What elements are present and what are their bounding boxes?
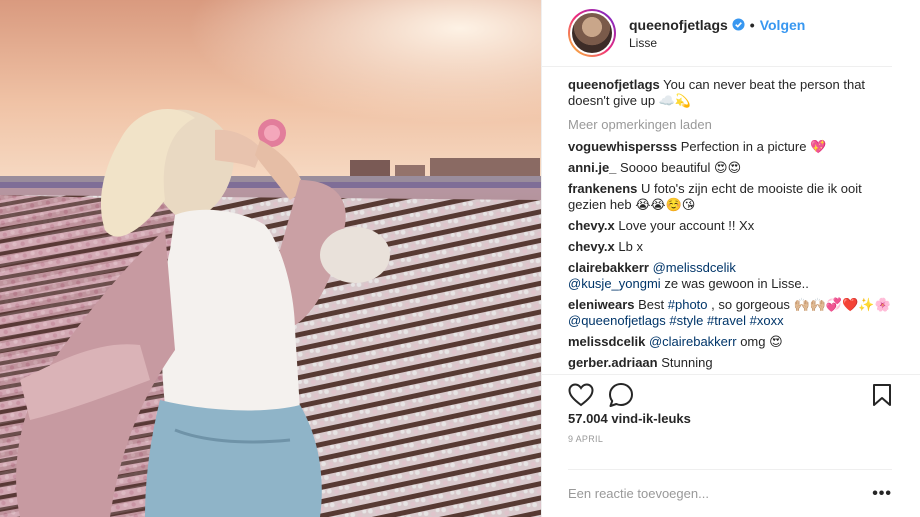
comment-hashtag[interactable]: #style xyxy=(669,313,703,328)
comment-username[interactable]: frankenens xyxy=(568,181,637,196)
comment-text: omg 😍 xyxy=(740,334,783,350)
comment-text: , so gorgeous 🙌🏼🙌🏼💞❤️✨🌸 xyxy=(711,297,891,313)
verified-badge-icon xyxy=(732,18,745,31)
action-icons xyxy=(568,375,892,415)
comment-item: frankenens U foto's zijn echt de mooiste… xyxy=(568,181,892,213)
comment-text: Lb x xyxy=(618,239,643,255)
caption: queenofjetlags You can never beat the pe… xyxy=(568,77,892,109)
post-sidebar: queenofjetlags • Volgen Lisse queenofjet… xyxy=(541,0,920,517)
comment-text: Perfection in a picture 💖 xyxy=(680,139,827,155)
post-header: queenofjetlags • Volgen Lisse xyxy=(542,0,892,68)
comment-username[interactable]: clairebakkerr xyxy=(568,260,649,275)
comment-text: Stunning xyxy=(661,355,713,371)
add-comment-bar: ••• xyxy=(568,469,892,517)
more-options-icon[interactable]: ••• xyxy=(872,485,892,503)
comment-mention[interactable]: @kusje_yongmi xyxy=(568,276,661,291)
comment-text: Best xyxy=(638,297,665,313)
comment-text: ze was gewoon in Lisse.. xyxy=(664,276,809,292)
avatar-image xyxy=(570,11,614,56)
avatar[interactable] xyxy=(568,9,616,58)
load-more-comments-button[interactable]: Meer opmerkingen laden xyxy=(568,117,892,132)
comment-username[interactable]: gerber.adriaan xyxy=(568,355,658,370)
comments-list[interactable]: queenofjetlags You can never beat the pe… xyxy=(542,67,920,374)
comment-hashtag[interactable]: #photo xyxy=(668,297,708,312)
header-text: queenofjetlags • Volgen Lisse xyxy=(629,17,805,50)
comment-item: melissdcelik @clairebakkerr omg 😍 xyxy=(568,334,892,350)
comment-mention[interactable]: @queenofjetlags xyxy=(568,313,666,328)
caption-username[interactable]: queenofjetlags xyxy=(568,77,660,92)
comment-username[interactable]: eleniwears xyxy=(568,297,635,312)
comment-text: Soooo beautiful 😍😍 xyxy=(620,160,742,176)
comment-item: eleniwears Best #photo , so gorgeous 🙌🏼🙌… xyxy=(568,297,892,329)
location-link[interactable]: Lisse xyxy=(629,36,805,50)
comment-username[interactable]: chevy.x xyxy=(568,218,615,233)
comment-bubble-icon[interactable] xyxy=(608,382,634,408)
comment-mention[interactable]: @melissdcelik xyxy=(653,260,736,275)
save-bookmark-icon[interactable] xyxy=(872,383,892,407)
header-username[interactable]: queenofjetlags xyxy=(629,17,728,33)
comment-username[interactable]: anni.je_ xyxy=(568,160,616,175)
header-separator: • xyxy=(749,16,755,33)
comment-username[interactable]: chevy.x xyxy=(568,239,615,254)
post-date[interactable]: 9 APRIL xyxy=(568,434,892,444)
header-row: queenofjetlags • Volgen xyxy=(629,17,805,33)
comment-hashtag[interactable]: #xoxx xyxy=(750,313,784,328)
post-actions: 57.004 vind-ik-leuks 9 APRIL xyxy=(542,374,920,469)
comment-item: chevy.x Lb x xyxy=(568,239,892,255)
comment-username[interactable]: voguewhispersss xyxy=(568,139,677,154)
comment-text: Love your account !! Xx xyxy=(618,218,755,234)
comment-input[interactable] xyxy=(568,486,848,502)
comment-item: gerber.adriaan Stunning xyxy=(568,355,892,371)
comment-hashtag[interactable]: #travel xyxy=(707,313,746,328)
comment-item: voguewhispersss Perfection in a picture … xyxy=(568,139,892,155)
like-heart-icon[interactable] xyxy=(568,383,594,407)
instagram-post: queenofjetlags • Volgen Lisse queenofjet… xyxy=(0,0,920,517)
comment-item: anni.je_ Soooo beautiful 😍😍 xyxy=(568,160,892,176)
follow-button[interactable]: Volgen xyxy=(760,17,806,33)
comment-item: chevy.x Love your account !! Xx xyxy=(568,218,892,234)
photo-illustration xyxy=(0,0,541,517)
comment-item: clairebakkerr @melissdcelik @kusje_yongm… xyxy=(568,260,892,292)
comment-mention[interactable]: @clairebakkerr xyxy=(649,334,737,349)
likes-count[interactable]: 57.004 vind-ik-leuks xyxy=(568,411,892,426)
post-photo[interactable] xyxy=(0,0,541,517)
comment-username[interactable]: melissdcelik xyxy=(568,334,645,349)
